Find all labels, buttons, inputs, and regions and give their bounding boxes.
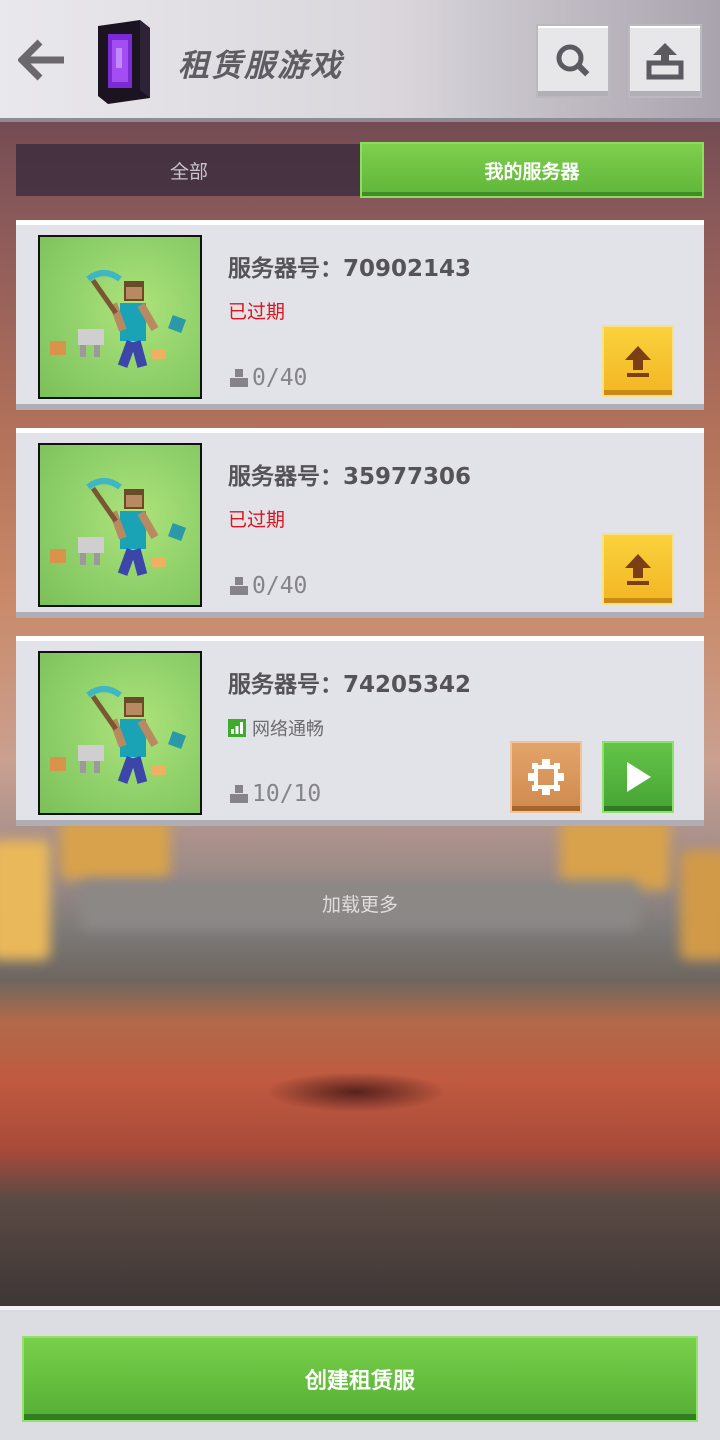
share-button[interactable] bbox=[628, 24, 702, 98]
signal-icon bbox=[228, 719, 246, 737]
player-count-text: 0/40 bbox=[252, 365, 308, 391]
status-expired: 已过期 bbox=[228, 301, 286, 323]
page-title: 租赁服游戏 bbox=[178, 48, 343, 84]
network-status-text: 网络通畅 bbox=[252, 719, 324, 740]
tab-all[interactable]: 全部 bbox=[16, 144, 362, 196]
create-server-button[interactable]: 创建租赁服 bbox=[22, 1336, 698, 1422]
server-thumbnail bbox=[38, 235, 202, 399]
player-count: 10/10 bbox=[228, 781, 321, 807]
nether-portal-icon bbox=[90, 18, 154, 104]
arrow-up-icon bbox=[625, 346, 651, 377]
play-button[interactable] bbox=[602, 741, 674, 813]
tab-my-servers[interactable]: 我的服务器 bbox=[360, 142, 704, 198]
player-count-text: 10/10 bbox=[252, 781, 322, 807]
player-count: 0/40 bbox=[228, 573, 307, 599]
play-icon bbox=[627, 762, 651, 792]
server-id: 服务器号：70902143 bbox=[228, 256, 472, 282]
renew-button[interactable] bbox=[602, 325, 674, 397]
server-card[interactable]: 服务器号：35977306 已过期 0/40 bbox=[16, 428, 704, 618]
upload-tray-icon bbox=[646, 43, 684, 80]
server-settings-button[interactable] bbox=[510, 741, 582, 813]
search-icon bbox=[556, 44, 590, 77]
server-id: 服务器号：74205342 bbox=[228, 672, 472, 698]
renew-button[interactable] bbox=[602, 533, 674, 605]
gear-icon bbox=[528, 759, 564, 795]
load-more-link[interactable]: 加载更多 bbox=[0, 890, 720, 917]
status-network: 网络通畅 bbox=[228, 715, 324, 741]
server-id: 服务器号：35977306 bbox=[228, 464, 472, 490]
top-bar: 租赁服游戏 bbox=[0, 0, 720, 122]
background-lamp bbox=[60, 820, 170, 880]
tab-bar: 全部 我的服务器 bbox=[16, 142, 704, 198]
search-button[interactable] bbox=[536, 24, 610, 98]
server-card[interactable]: 服务器号：74205342 网络通畅 10/10 bbox=[16, 636, 704, 826]
arrow-up-icon bbox=[625, 554, 651, 585]
server-thumbnail bbox=[38, 443, 202, 607]
server-card[interactable]: 服务器号：70902143 已过期 0/40 bbox=[16, 220, 704, 410]
back-arrow-icon[interactable] bbox=[17, 38, 70, 82]
player-count-text: 0/40 bbox=[252, 573, 308, 599]
player-count: 0/40 bbox=[228, 365, 307, 391]
player-icon bbox=[230, 369, 248, 387]
player-icon bbox=[230, 577, 248, 595]
server-thumbnail bbox=[38, 651, 202, 815]
status-expired: 已过期 bbox=[228, 509, 286, 531]
player-icon bbox=[230, 785, 248, 803]
bottom-bar: 创建租赁服 bbox=[0, 1306, 720, 1440]
